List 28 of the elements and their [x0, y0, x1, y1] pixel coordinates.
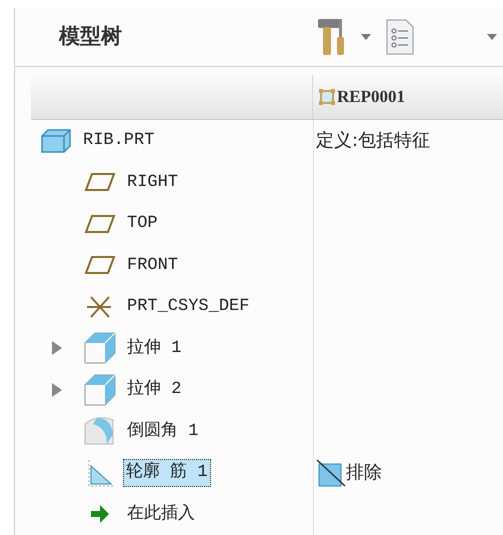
excluded-icon — [316, 458, 346, 488]
caret-icon[interactable] — [361, 34, 371, 40]
tree-item[interactable]: RIGHT — [123, 168, 182, 196]
caret-icon[interactable] — [487, 34, 497, 40]
tree-item[interactable]: 在此插入 — [123, 500, 199, 528]
tree-item[interactable]: RIB.PRT — [79, 127, 158, 154]
extrude-box-icon — [83, 331, 117, 366]
plane-icon — [84, 214, 116, 234]
status-text: 排除 — [316, 458, 382, 488]
tree-item[interactable]: 倒圆角 1 — [123, 418, 202, 445]
tree-item[interactable]: TOP — [123, 210, 162, 238]
part-cube-icon — [40, 128, 72, 154]
tree-item[interactable]: 拉伸 2 — [123, 376, 186, 404]
expand-arrow-icon[interactable] — [51, 382, 63, 397]
extrude-box-icon — [83, 372, 117, 407]
tree-item[interactable]: PRT_CSYS_DEF — [123, 293, 254, 320]
expand-arrow-icon[interactable] — [51, 341, 63, 356]
frame-icon — [319, 89, 335, 106]
plane-icon — [84, 172, 116, 192]
arrow-icon — [90, 504, 110, 524]
plane-icon — [84, 255, 116, 276]
status-text: 定义:包括特征 — [316, 129, 430, 154]
column-header[interactable]: REP0001 — [313, 75, 405, 119]
tree-item[interactable]: 轮廓 筋 1 — [123, 459, 211, 486]
list-document-icon[interactable] — [385, 19, 415, 56]
tree-item[interactable]: 拉伸 1 — [123, 334, 186, 362]
tree-item[interactable]: FRONT — [123, 252, 182, 279]
panel-title: 模型树 — [59, 23, 123, 50]
